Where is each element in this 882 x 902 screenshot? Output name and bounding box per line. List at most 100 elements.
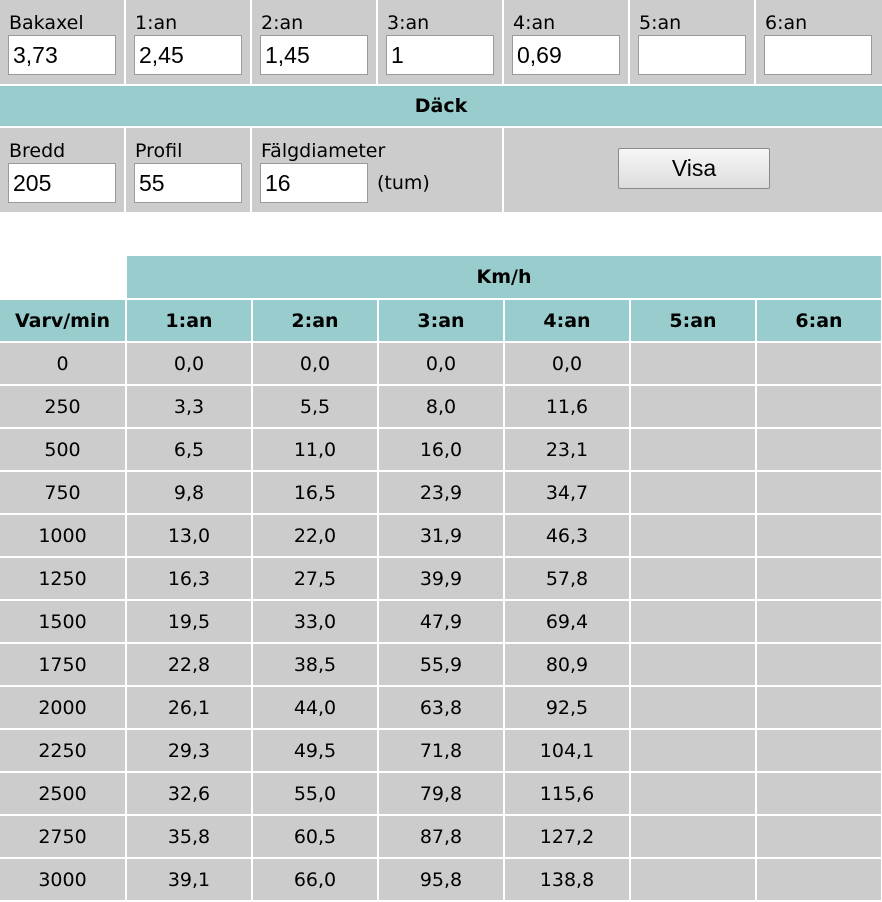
gear-ratio-input[interactable] (260, 35, 368, 75)
speed-cell (630, 557, 757, 601)
ratio-label: 4:an (513, 12, 556, 34)
speed-cell: 23,9 (378, 471, 505, 515)
gear-header-row: Varv/min 1:an 2:an 3:an 4:an 5:an 6:an (0, 299, 882, 343)
speed-cell: 39,9 (378, 557, 505, 601)
speed-cell: 38,5 (252, 643, 379, 687)
speed-cell (630, 686, 757, 730)
rim-diameter-label: Fälgdiameter (261, 140, 386, 162)
gear-column-header: 6:an (756, 299, 882, 343)
tire-width-input[interactable] (8, 163, 116, 203)
speed-cell: 0,0 (252, 342, 379, 386)
speed-cell (630, 342, 757, 386)
gear-ratio-input[interactable] (386, 35, 494, 75)
speed-cell (756, 643, 882, 687)
rpm-cell: 0 (0, 342, 127, 386)
speed-cell: 16,0 (378, 428, 505, 472)
speed-cell: 22,0 (252, 514, 379, 558)
ratio-cell: 5:an (630, 0, 756, 84)
speed-cell (756, 471, 882, 515)
gear-ratio-input[interactable] (638, 35, 746, 75)
speed-cell (630, 858, 757, 902)
speed-cell: 33,0 (252, 600, 379, 644)
speed-cell: 34,7 (504, 471, 631, 515)
ratio-cell: 4:an (504, 0, 630, 84)
rpm-cell: 2000 (0, 686, 127, 730)
ratio-label: Bakaxel (9, 12, 84, 34)
table-row: 1250 16,3 27,5 39,9 57,8 (0, 557, 882, 601)
rpm-cell: 750 (0, 471, 127, 515)
speed-cell: 26,1 (126, 686, 253, 730)
speed-cell: 9,8 (126, 471, 253, 515)
speed-cell (630, 385, 757, 429)
speed-cell (630, 815, 757, 859)
table-row: 1750 22,8 38,5 55,9 80,9 (0, 643, 882, 687)
gear-column-header: 3:an (378, 299, 505, 343)
speed-cell: 80,9 (504, 643, 631, 687)
speed-cell (630, 428, 757, 472)
rpm-cell: 2250 (0, 729, 127, 773)
speed-cell: 19,5 (126, 600, 253, 644)
rpm-cell: 1500 (0, 600, 127, 644)
speed-cell: 8,0 (378, 385, 505, 429)
speed-cell: 46,3 (504, 514, 631, 558)
speed-cell (756, 342, 882, 386)
table-row: 250 3,3 5,5 8,0 11,6 (0, 385, 882, 429)
visa-button[interactable]: Visa (618, 148, 770, 189)
speed-cell: 104,1 (504, 729, 631, 773)
speed-cell: 95,8 (378, 858, 505, 902)
rear-axle-ratio-input[interactable] (8, 35, 116, 75)
speed-cell: 92,5 (504, 686, 631, 730)
gear-column-header: 4:an (504, 299, 631, 343)
table-row: 2250 29,3 49,5 71,8 104,1 (0, 729, 882, 773)
gear-ratio-input[interactable] (764, 35, 872, 75)
tire-row: Bredd Profil Fälgdiameter (tum) Visa (0, 128, 882, 212)
group-header-row: Km/h (0, 256, 882, 300)
speed-cell: 23,1 (504, 428, 631, 472)
speed-cell (756, 557, 882, 601)
gear-ratio-input[interactable] (134, 35, 242, 75)
speed-cell: 69,4 (504, 600, 631, 644)
speed-cell: 29,3 (126, 729, 253, 773)
tire-profile-input[interactable] (134, 163, 242, 203)
speed-cell: 3,3 (126, 385, 253, 429)
speed-cell (756, 858, 882, 902)
speed-cell: 0,0 (126, 342, 253, 386)
speed-cell: 115,6 (504, 772, 631, 816)
speed-cell: 55,0 (252, 772, 379, 816)
gear-ratio-input[interactable] (512, 35, 620, 75)
speed-cell (756, 686, 882, 730)
ratio-cell: 3:an (378, 0, 504, 84)
speed-cell: 57,8 (504, 557, 631, 601)
speed-cell (630, 643, 757, 687)
speed-cell: 63,8 (378, 686, 505, 730)
ratio-cell: 2:an (252, 0, 378, 84)
rim-diameter-cell: Fälgdiameter (tum) (252, 128, 504, 212)
speed-cell (756, 772, 882, 816)
ratio-cell: 1:an (126, 0, 252, 84)
speed-cell: 16,3 (126, 557, 253, 601)
table-row: 1500 19,5 33,0 47,9 69,4 (0, 600, 882, 644)
speed-cell (630, 772, 757, 816)
speed-cell: 13,0 (126, 514, 253, 558)
ratio-label: 6:an (765, 12, 808, 34)
speed-cell (756, 428, 882, 472)
speed-table-body: 0 0,0 0,0 0,0 0,0 250 3,3 5,5 8,0 11,6 500 6,5 11,0 1… (0, 342, 882, 902)
table-row: 500 6,5 11,0 16,0 23,1 (0, 428, 882, 472)
speed-cell (630, 514, 757, 558)
tire-width-label: Bredd (9, 140, 66, 162)
rim-diameter-input[interactable] (260, 163, 368, 203)
rpm-cell: 500 (0, 428, 127, 472)
speed-cell: 79,8 (378, 772, 505, 816)
kmh-group-header: Km/h (126, 256, 882, 300)
speed-cell: 127,2 (504, 815, 631, 859)
gear-column-header: 2:an (252, 299, 379, 343)
ratio-label: 1:an (135, 12, 178, 34)
speed-cell (756, 815, 882, 859)
speed-cell: 87,8 (378, 815, 505, 859)
ratio-label: 2:an (261, 12, 304, 34)
speed-cell: 71,8 (378, 729, 505, 773)
rpm-column-header: Varv/min (0, 299, 127, 343)
table-row: 0 0,0 0,0 0,0 0,0 (0, 342, 882, 386)
gear-column-header: 5:an (630, 299, 757, 343)
rpm-cell: 250 (0, 385, 127, 429)
